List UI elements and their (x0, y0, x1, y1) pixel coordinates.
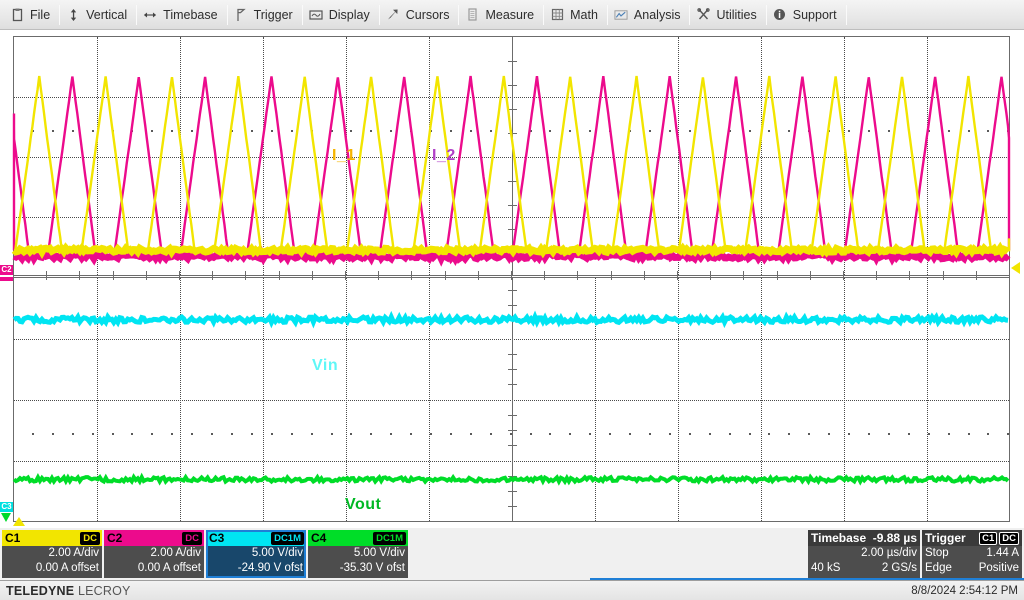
updown-arrow-icon (66, 8, 80, 22)
menu-label: Display (329, 8, 370, 22)
descriptor-c1[interactable]: C1 DC 2.00 A/div 0.00 A offset (2, 530, 102, 578)
memory-depth[interactable]: 40 kS (811, 561, 840, 576)
menu-separator (846, 5, 847, 25)
channel-id: C2 (107, 531, 122, 545)
trace-group-voltages (14, 278, 1009, 521)
menu-label: Analysis (634, 8, 681, 22)
channel-id: C4 (311, 531, 326, 545)
vertical-offset[interactable]: 0.00 A offset (104, 561, 204, 576)
timebase-scale-row[interactable]: 2.00 µs/div (808, 546, 920, 561)
menu-item-display[interactable]: Display (303, 1, 379, 29)
menu-item-file[interactable]: File (4, 1, 59, 29)
menu-item-vertical[interactable]: Vertical (60, 1, 136, 29)
descriptor-header-c3[interactable]: C3 DC1M (206, 530, 306, 546)
timestamp: 8/8/2024 2:54:12 PM (911, 585, 1018, 597)
trigger-level[interactable]: 1.44 A (986, 546, 1019, 561)
menu-item-math[interactable]: Math (544, 1, 607, 29)
menu-label: Vertical (86, 8, 127, 22)
menu-label: Measure (485, 8, 534, 22)
vertical-offset[interactable]: 0.00 A offset (2, 561, 102, 576)
oscilloscope-window: File Vertical Timebase (0, 0, 1024, 600)
menu-label: Cursors (406, 8, 450, 22)
info-icon (773, 8, 787, 22)
logo-teledyne: TELEDYNE (6, 584, 74, 598)
descriptor-c2[interactable]: C2 DC 2.00 A/div 0.00 A offset (104, 530, 204, 578)
descriptor-header-c2[interactable]: C2 DC (104, 530, 204, 546)
menu-label: Timebase (163, 8, 217, 22)
menu-item-utilities[interactable]: Utilities (690, 1, 765, 29)
vertical-offset[interactable]: -24.90 V ofst (206, 561, 306, 576)
channel-id: C1 (5, 531, 20, 545)
coupling-badge[interactable]: DC (80, 532, 100, 545)
trigger-type[interactable]: Edge (925, 561, 952, 576)
trigger-coupling-chip[interactable]: DC (999, 532, 1019, 545)
timebase-header[interactable]: Timebase -9.88 µs (808, 530, 920, 546)
trigger-state-row[interactable]: Stop 1.44 A (922, 546, 1022, 561)
timebase-delay[interactable]: -9.88 µs (873, 531, 917, 545)
trigger-position-arrow[interactable] (13, 517, 25, 526)
vertical-offset[interactable]: -35.30 V ofst (308, 561, 408, 576)
trigger-source-chip[interactable]: C1 (979, 532, 997, 545)
ruler-icon (465, 8, 479, 22)
vertical-scale[interactable]: 5.00 V/div (206, 546, 306, 561)
menu-label: File (30, 8, 50, 22)
monitor-icon (309, 8, 323, 22)
channel-id: C3 (209, 531, 224, 545)
menu-item-support[interactable]: Support (767, 1, 846, 29)
logo-lecroy: LECROY (74, 584, 130, 598)
menu-label: Utilities (716, 8, 756, 22)
horizontal-axis-mid (13, 275, 1010, 276)
clipboard-icon (10, 8, 24, 22)
trigger-slope[interactable]: Positive (979, 561, 1019, 576)
trigger-flag-icon (234, 8, 248, 22)
timebase-title: Timebase (811, 531, 866, 545)
leftright-arrow-icon (143, 8, 157, 22)
descriptor-trigger[interactable]: Trigger C1 DC Stop 1.44 A Edge Positive (922, 530, 1022, 578)
channel-marker-c2[interactable]: C2 (0, 265, 13, 275)
descriptor-row: C1 DC 2.00 A/div 0.00 A offset C2 DC 2.0… (0, 528, 1024, 580)
coupling-badge[interactable]: DC (182, 532, 202, 545)
vertical-scale[interactable]: 2.00 A/div (2, 546, 102, 561)
channel-offset-arrow-c3[interactable] (1, 513, 11, 522)
menu-item-timebase[interactable]: Timebase (137, 1, 226, 29)
table-grid-icon (550, 8, 564, 22)
menu-bar: File Vertical Timebase (0, 0, 1024, 30)
status-bar: TELEDYNE LECROY 8/8/2024 2:54:12 PM (0, 580, 1024, 600)
brand-logo: TELEDYNE LECROY (6, 584, 131, 598)
menu-label: Math (570, 8, 598, 22)
menu-item-analysis[interactable]: Analysis (608, 1, 690, 29)
vertical-scale[interactable]: 2.00 A/div (104, 546, 204, 561)
timebase-scale[interactable]: 2.00 µs/div (861, 546, 917, 561)
grid-panel-top[interactable]: I_1 I_2 (13, 36, 1010, 276)
menu-item-trigger[interactable]: Trigger (228, 1, 302, 29)
descriptor-c3[interactable]: C3 DC1M 5.00 V/div -24.90 V ofst (206, 530, 306, 578)
timebase-acq-row[interactable]: 40 kS 2 GS/s (808, 561, 920, 576)
sample-rate[interactable]: 2 GS/s (882, 561, 917, 576)
vertical-scale[interactable]: 5.00 V/div (308, 546, 408, 561)
trigger-level-arrow[interactable] (1011, 262, 1020, 274)
tools-icon (696, 8, 710, 22)
waveform-icon (614, 8, 628, 22)
menu-label: Trigger (254, 8, 293, 22)
descriptor-c4[interactable]: C4 DC1M 5.00 V/div -35.30 V ofst (308, 530, 408, 578)
descriptor-header-c1[interactable]: C1 DC (2, 530, 102, 546)
trace-group-currents (14, 37, 1009, 275)
diagonal-arrow-icon (386, 8, 400, 22)
descriptor-header-c4[interactable]: C4 DC1M (308, 530, 408, 546)
menu-label: Support (793, 8, 837, 22)
coupling-badge[interactable]: DC1M (373, 532, 406, 545)
descriptor-timebase[interactable]: Timebase -9.88 µs 2.00 µs/div 40 kS 2 GS… (808, 530, 920, 578)
trigger-state[interactable]: Stop (925, 546, 949, 561)
coupling-badge[interactable]: DC1M (271, 532, 304, 545)
trigger-header[interactable]: Trigger C1 DC (922, 530, 1022, 546)
menu-item-measure[interactable]: Measure (459, 1, 543, 29)
channel-level-bar-c2[interactable] (0, 277, 13, 281)
trigger-type-row[interactable]: Edge Positive (922, 561, 1022, 576)
trigger-title: Trigger (925, 531, 966, 545)
grid-panel-bottom[interactable]: Vin Vout (13, 277, 1010, 522)
menu-item-cursors[interactable]: Cursors (380, 1, 459, 29)
scope-display-area[interactable]: I_1 I_2 (0, 30, 1024, 528)
